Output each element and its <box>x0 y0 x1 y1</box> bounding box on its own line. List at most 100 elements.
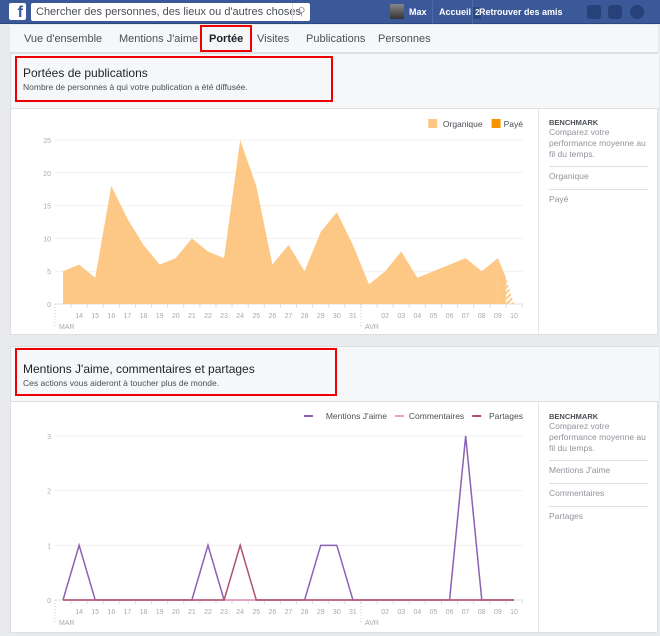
x-tick-label: 27 <box>285 313 293 320</box>
y-tick-label: 2 <box>47 489 51 496</box>
tab-posts[interactable]: Publications <box>306 25 365 53</box>
messages-icon[interactable] <box>608 5 622 19</box>
x-tick-label: 28 <box>301 313 309 320</box>
x-tick-label: 17 <box>124 313 132 320</box>
series-line-2 <box>63 542 514 601</box>
x-tick-label: 30 <box>333 609 341 616</box>
profile-link[interactable]: Max <box>409 0 427 24</box>
reach-card: Portées de publications Nombre de person… <box>10 53 659 335</box>
benchmark-likes[interactable]: Mentions J'aime <box>549 460 648 483</box>
x-tick-label: 19 <box>156 313 164 320</box>
x-tick-label: 08 <box>478 609 486 616</box>
benchmark-description: Comparez votre performance moyenne au fi… <box>549 421 646 453</box>
x-tick-label: 25 <box>252 609 260 616</box>
x-tick-label: 10 <box>510 313 518 320</box>
facebook-logo[interactable]: f <box>9 3 26 21</box>
month-label: MAR <box>59 324 75 331</box>
section-title: Portées de publications <box>23 66 148 80</box>
y-tick-label: 10 <box>43 236 51 243</box>
find-friends-link[interactable]: Retrouver des amis <box>472 0 563 24</box>
y-tick-label: 25 <box>43 138 51 145</box>
x-tick-label: 10 <box>510 609 518 616</box>
x-tick-label: 29 <box>317 609 325 616</box>
x-tick-label: 02 <box>381 313 389 320</box>
x-tick-label: 31 <box>349 609 357 616</box>
x-tick-label: 09 <box>494 313 502 320</box>
x-tick-label: 03 <box>397 609 405 616</box>
legend-label: Mentions J'aime <box>326 411 387 421</box>
search-icon[interactable]: ⚲ <box>292 3 310 21</box>
y-tick-label: 0 <box>47 302 51 309</box>
y-tick-label: 15 <box>43 204 51 211</box>
benchmark-comments[interactable]: Commentaires <box>549 483 648 506</box>
x-tick-label: 16 <box>107 609 115 616</box>
legend-label: Commentaires <box>409 411 464 421</box>
tab-overview[interactable]: Vue d'ensemble <box>24 25 102 53</box>
avatar[interactable] <box>390 4 404 19</box>
legend-swatch <box>491 119 501 128</box>
x-tick-label: 14 <box>75 313 83 320</box>
section-subtitle: Ces actions vous aideront à toucher plus… <box>23 378 220 388</box>
x-tick-label: 29 <box>317 313 325 320</box>
top-bar: f Chercher des personnes, des lieux ou d… <box>0 0 660 24</box>
engagement-chart: 012314 15 16 17 18 19 20 21 22 23 24 25 26 27 28 29 30 31… <box>47 411 523 627</box>
x-tick-label: 02 <box>381 609 389 616</box>
x-tick-label: 23 <box>220 609 228 616</box>
benchmark-organic[interactable]: Organique <box>549 166 648 189</box>
x-tick-label: 21 <box>188 609 196 616</box>
benchmark-paid[interactable]: Payé <box>549 189 648 212</box>
x-tick-label: 09 <box>494 609 502 616</box>
y-tick-label: 0 <box>47 598 51 605</box>
x-tick-label: 04 <box>413 609 421 616</box>
x-tick-label: 15 <box>91 313 99 320</box>
reach-chart: 051015202514 15 16 17 18 19 20 21 22 23 24 25 26 27 28… <box>43 119 524 331</box>
search-placeholder: Chercher des personnes, des lieux ou d'a… <box>36 6 302 18</box>
x-tick-label: 26 <box>268 313 276 320</box>
month-label: MAR <box>59 620 75 627</box>
x-tick-label: 21 <box>188 313 196 320</box>
section-title: Mentions J'aime, commentaires et partage… <box>23 362 255 376</box>
organic-partial-hatch <box>505 277 514 304</box>
home-label: Accueil <box>439 7 472 17</box>
x-tick-label: 16 <box>107 313 115 320</box>
benchmark-description: Comparez votre performance moyenne au fi… <box>549 127 646 159</box>
notifications-globe-icon[interactable] <box>630 5 644 19</box>
x-tick-label: 22 <box>204 609 212 616</box>
y-tick-label: 1 <box>47 543 51 550</box>
organic-area-tail <box>497 258 506 304</box>
x-tick-label: 15 <box>91 609 99 616</box>
y-tick-label: 20 <box>43 171 51 178</box>
x-tick-label: 23 <box>220 313 228 320</box>
engagement-header: Mentions J'aime, commentaires et partage… <box>11 347 659 402</box>
tab-likes[interactable]: Mentions J'aime <box>119 25 198 53</box>
friends-icon[interactable] <box>587 5 601 19</box>
benchmark-shares[interactable]: Partages <box>549 506 648 529</box>
x-tick-label: 31 <box>349 313 357 320</box>
x-tick-label: 06 <box>446 313 454 320</box>
tab-reach[interactable]: Portée <box>200 25 253 52</box>
month-label: AVR <box>365 620 379 627</box>
y-tick-label: 5 <box>47 269 51 276</box>
x-tick-label: 08 <box>478 313 486 320</box>
x-tick-label: 24 <box>236 313 244 320</box>
insights-tabs: Vue d'ensemble Mentions J'aime Portée Vi… <box>10 25 658 53</box>
search-input[interactable]: Chercher des personnes, des lieux ou d'a… <box>31 3 310 21</box>
reach-header: Portées de publications Nombre de person… <box>11 54 659 109</box>
x-tick-label: 24 <box>236 609 244 616</box>
tab-visits[interactable]: Visites <box>257 25 289 53</box>
x-tick-label: 06 <box>446 609 454 616</box>
x-tick-label: 17 <box>124 609 132 616</box>
x-tick-label: 18 <box>140 609 148 616</box>
x-tick-label: 25 <box>252 313 260 320</box>
x-tick-label: 20 <box>172 313 180 320</box>
legend-label: Organique <box>443 119 483 129</box>
benchmark-heading: BENCHMARK <box>549 118 599 127</box>
legend-label: Payé <box>504 119 524 129</box>
tab-people[interactable]: Personnes <box>378 25 431 53</box>
legend-label: Partages <box>489 411 523 421</box>
x-tick-label: 05 <box>430 313 438 320</box>
x-tick-label: 26 <box>268 609 276 616</box>
x-tick-label: 30 <box>333 313 341 320</box>
x-tick-label: 05 <box>430 609 438 616</box>
x-tick-label: 27 <box>285 609 293 616</box>
